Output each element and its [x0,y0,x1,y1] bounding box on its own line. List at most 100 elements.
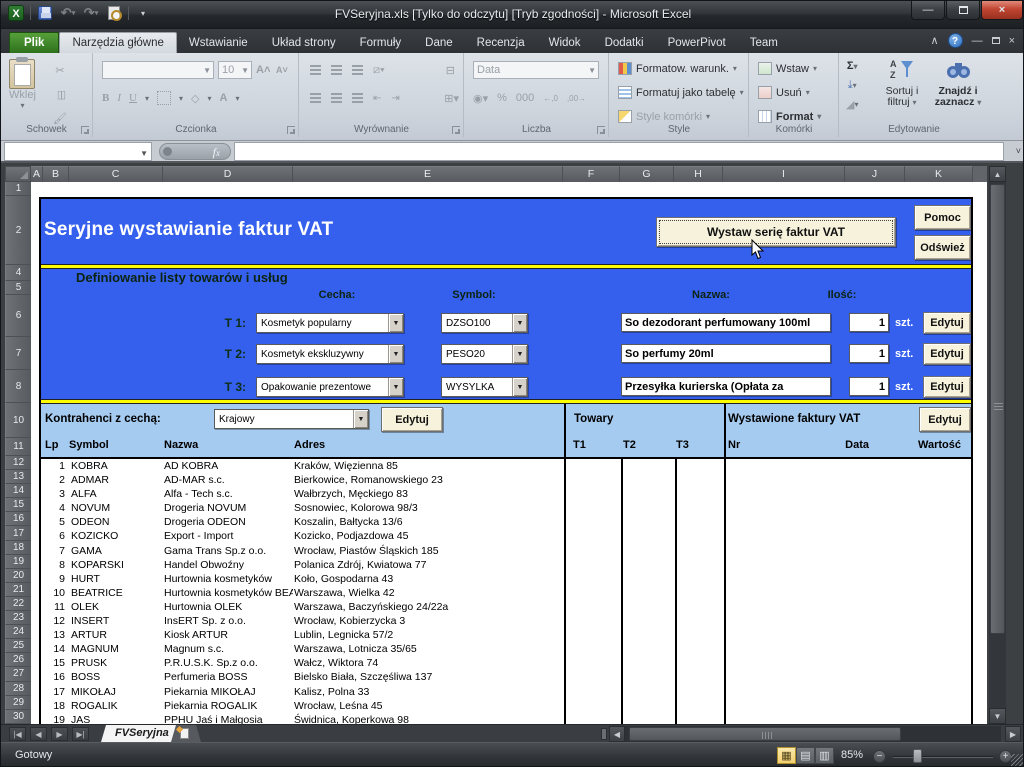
table-row[interactable]: 18ROGALIKPiekarnia ROGALIKWrocław, Leśna… [41,699,971,713]
alignment-dialog-launcher-icon[interactable] [452,126,460,134]
product-row-2-name-field[interactable]: So perfumy 20ml [621,344,831,363]
align-left-icon[interactable] [310,93,321,95]
minimize-button[interactable]: — [911,1,945,20]
align-bottom-icon[interactable] [352,65,363,67]
fill-color-icon[interactable]: ◇ [191,89,199,107]
zoom-out-icon[interactable]: − [873,750,886,763]
page-layout-view-icon[interactable]: ▤ [796,747,815,764]
vertical-scroll-thumb[interactable] [990,184,1005,634]
issue-invoices-button[interactable]: Wystaw serię faktur VAT [656,217,896,247]
ribbon-tab-powerpivot[interactable]: PowerPivot [656,33,738,53]
customize-qat-icon[interactable]: ▾ [134,4,152,22]
vertical-scrollbar[interactable]: ▲ ▼ [989,166,1006,724]
product-row-1-symbol-dropdown[interactable]: DZSO100▼ [441,313,528,333]
next-sheet-icon[interactable]: ▶ [51,727,68,741]
restore-button[interactable] [946,1,980,20]
table-row[interactable]: 7GAMAGama Trans Sp.z o.o.Wrocław, Piastó… [41,544,971,558]
table-row[interactable]: 10BEATRICEHurtownia kosmetyków BEATWarsz… [41,586,971,600]
page-break-view-icon[interactable]: ▥ [815,747,834,764]
align-center-icon[interactable] [331,93,342,95]
ribbon-tab-plik[interactable]: Plik [9,32,59,53]
print-preview-icon[interactable] [105,4,123,22]
prev-sheet-icon[interactable]: ◀ [30,727,47,741]
font-color-icon[interactable]: A [219,89,227,107]
row-header-4[interactable]: 4 [5,265,31,281]
row-header-15[interactable]: 15 [5,498,31,512]
table-row[interactable]: 4NOVUMDrogeria NOVUMSosnowiec, Kolorowa … [41,501,971,515]
product-row-2-edit-button[interactable]: Edytuj [923,343,971,365]
workbook-close-icon[interactable]: × [1009,34,1015,48]
name-box[interactable]: ▼ [4,142,152,161]
font-name-combo[interactable]: ▼ [102,61,214,79]
align-right-icon[interactable] [352,93,363,95]
column-header-j[interactable]: J [845,166,905,182]
insert-cells-button[interactable]: Wstaw▾ [758,59,817,78]
accounting-format-icon[interactable]: ◉▾ [473,89,488,107]
product-row-1-cecha-dropdown[interactable]: Kosmetyk popularny▼ [256,313,404,333]
ribbon-tab-dane[interactable]: Dane [413,33,465,53]
find-select-button[interactable]: Znajdź i zaznacz ▾ [932,57,984,108]
row-header-14[interactable]: 14 [5,484,31,498]
row-header-23[interactable]: 23 [5,611,31,625]
row-header-18[interactable]: 18 [5,541,31,555]
product-row-1-name-field[interactable]: So dezodorant perfumowany 100ml [621,313,831,332]
comma-style-icon[interactable]: 000 [516,89,534,107]
contractor-filter-dropdown[interactable]: Krajowy▼ [214,409,369,429]
row-header-8[interactable]: 8 [5,370,31,403]
column-header-a[interactable]: A [31,166,43,182]
ribbon-tab-team[interactable]: Team [738,33,790,53]
row-header-5[interactable]: 5 [5,281,31,295]
format-as-table-button[interactable]: Formatuj jako tabelę▾ [618,83,744,102]
row-header-30[interactable]: 30 [5,710,31,724]
row-header-7[interactable]: 7 [5,337,31,370]
font-size-combo[interactable]: 10▼ [218,61,252,79]
table-row[interactable]: 17MIKOŁAJPiekarnia MIKOŁAJKalisz, Polna … [41,685,971,699]
formula-input[interactable] [234,142,1004,161]
edit-invoices-button[interactable]: Edytuj [919,407,971,432]
close-button[interactable]: × [981,1,1023,20]
conditional-formatting-button[interactable]: Formatow. warunk.▾ [618,59,737,78]
insert-worksheet-icon[interactable] [171,725,201,742]
edit-contractors-button[interactable]: Edytuj [381,407,443,432]
row-header-26[interactable]: 26 [5,653,31,667]
first-sheet-icon[interactable]: |◀ [9,727,26,741]
normal-view-icon[interactable]: ▦ [777,747,796,764]
copy-icon[interactable]: ▯▯ [53,85,67,103]
row-header-1[interactable]: 1 [5,182,31,196]
table-row[interactable]: 12INSERTInsERT Sp. z o.o.Wrocław, Kobier… [41,614,971,628]
column-header-f[interactable]: F [563,166,620,182]
product-row-3-qty-field[interactable]: 1 [849,377,889,396]
zoom-slider-thumb[interactable] [913,749,922,763]
underline-arrow-icon[interactable]: ▾ [145,94,149,103]
ribbon-tab-widok[interactable]: Widok [537,33,593,53]
redo-icon[interactable]: ↷▾ [82,4,100,22]
sheet-tab-fvseryjna[interactable]: FVSeryjna [101,725,183,742]
ribbon-tab-formu-y[interactable]: Formuły [348,33,414,53]
ribbon-tab-narz-dzia-g-wne[interactable]: Narzędzia główne [59,32,176,53]
product-row-2-cecha-dropdown[interactable]: Kosmetyk ekskluzywny▼ [256,344,404,364]
column-header-e[interactable]: E [293,166,563,182]
product-row-3-edit-button[interactable]: Edytuj [923,376,971,398]
grow-font-icon[interactable]: A˄ [256,61,270,79]
row-header-19[interactable]: 19 [5,555,31,569]
row-header-20[interactable]: 20 [5,569,31,583]
row-header-29[interactable]: 29 [5,696,31,710]
table-row[interactable]: 8KOPARSKIHandel ObwoźnyPolanica Zdrój, K… [41,558,971,572]
excel-logo-icon[interactable]: X [7,4,25,22]
tab-split-handle[interactable] [601,728,607,740]
row-header-2[interactable]: 2 [5,196,31,265]
row-header-16[interactable]: 16 [5,512,31,526]
collapse-ribbon-icon[interactable]: ∧ [931,34,939,48]
number-format-combo[interactable]: Data▼ [473,61,599,79]
table-row[interactable]: 5ODEONDrogeria ODEONKoszalin, Bałtycka 1… [41,515,971,529]
row-header-27[interactable]: 27 [5,667,31,681]
row-header-10[interactable]: 10 [5,403,31,438]
table-row[interactable]: 2ADMARAD-MAR s.c.Bierkowice, Romanowskie… [41,473,971,487]
row-header-17[interactable]: 17 [5,526,31,540]
table-row[interactable]: 13ARTURKiosk ARTURLublin, Legnicka 57/2 [41,628,971,642]
zoom-slider-track[interactable] [893,756,993,758]
row-header-24[interactable]: 24 [5,625,31,639]
increase-indent-icon[interactable]: ⇥ [391,89,399,107]
clipboard-dialog-launcher-icon[interactable] [81,126,89,134]
row-header-13[interactable]: 13 [5,470,31,484]
